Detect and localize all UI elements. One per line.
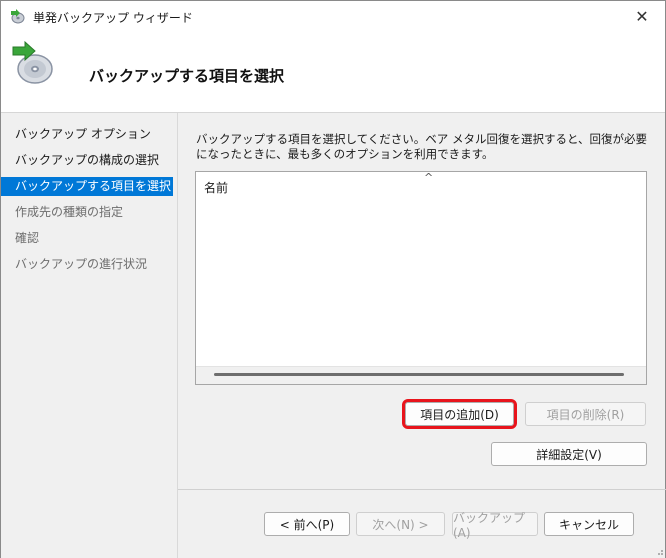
page-title: バックアップする項目を選択: [89, 67, 285, 85]
title-bar: 単発バックアップ ウィザード ✕: [1, 1, 665, 31]
wizard-body: バックアップ オプション バックアップの構成の選択 バックアップする項目を選択 …: [1, 112, 666, 558]
resize-grip-icon[interactable]: [654, 546, 664, 556]
backup-disk-icon: [12, 40, 53, 84]
back-button[interactable]: < 前へ(P): [264, 512, 350, 536]
step-confirmation: 確認: [15, 231, 40, 245]
window-title: 単発バックアップ ウィザード: [33, 11, 193, 25]
scrollbar-thumb[interactable]: [214, 373, 624, 376]
sort-ascending-icon: ^: [424, 171, 434, 184]
wizard-header: バックアップする項目を選択: [1, 31, 665, 112]
step-destination-type: 作成先の種類の指定: [15, 205, 124, 219]
step-backup-progress: バックアップの進行状況: [15, 257, 148, 271]
backup-button[interactable]: バックアップ(A): [452, 511, 538, 540]
step-select-configuration[interactable]: バックアップの構成の選択: [1, 151, 173, 170]
wizard-window: 単発バックアップ ウィザード ✕ バックアップする項目を選択 バックアップ オプ…: [0, 0, 666, 558]
wizard-content: バックアップする項目を選択してください。ベア メタル回復を選択すると、回復が必要…: [177, 113, 666, 558]
column-header-name[interactable]: 名前: [204, 179, 228, 196]
footer-separator: [178, 489, 666, 490]
step-select-items[interactable]: バックアップする項目を選択: [1, 177, 173, 196]
step-backup-options[interactable]: バックアップ オプション: [1, 125, 173, 144]
items-list[interactable]: ^ 名前: [195, 171, 647, 385]
add-items-button[interactable]: 項目の追加(D): [402, 399, 517, 429]
horizontal-scrollbar[interactable]: [196, 366, 646, 384]
close-button[interactable]: ✕: [625, 3, 659, 29]
backup-app-icon: [11, 9, 25, 24]
advanced-settings-button[interactable]: 詳細設定(V): [491, 442, 647, 466]
close-icon: ✕: [635, 6, 649, 26]
cancel-button[interactable]: キャンセル: [544, 512, 634, 536]
instruction-text: バックアップする項目を選択してください。ベア メタル回復を選択すると、回復が必要…: [196, 132, 648, 161]
next-button[interactable]: 次へ(N) >: [356, 512, 445, 536]
remove-items-button[interactable]: 項目の削除(R): [525, 402, 646, 426]
